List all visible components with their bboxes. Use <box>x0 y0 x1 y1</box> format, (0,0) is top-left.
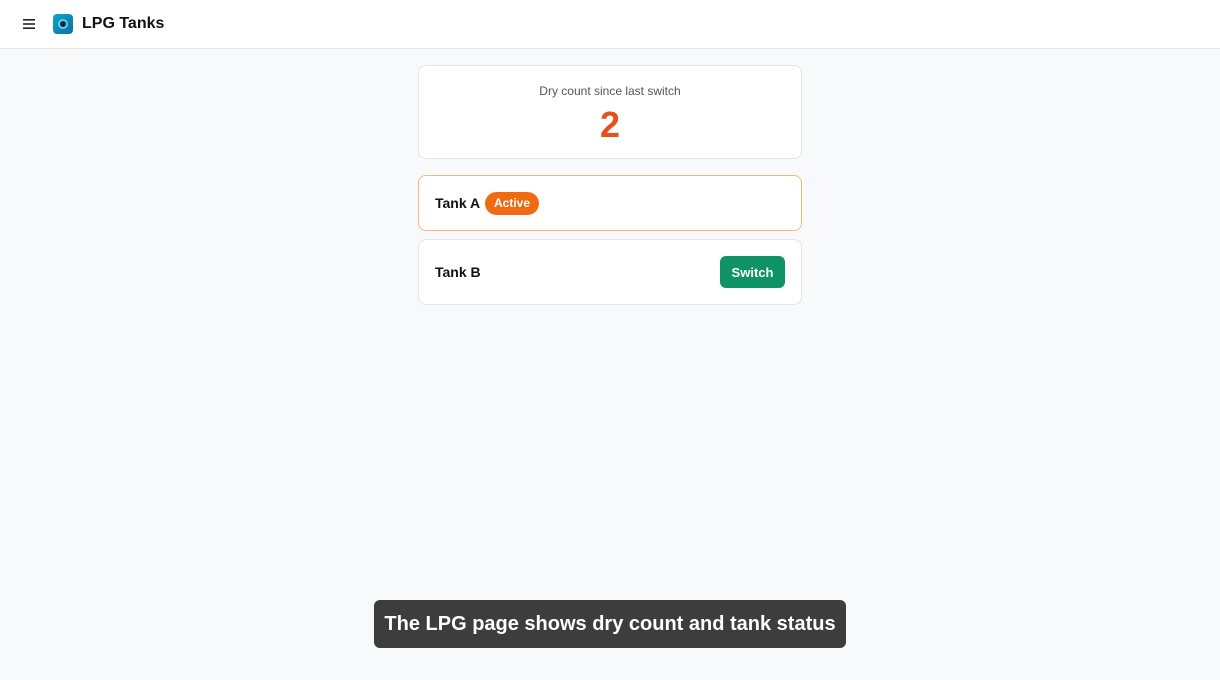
tank-a-name: Tank A <box>435 195 481 211</box>
app-title: LPG Tanks <box>82 15 165 32</box>
caption-overlay: The LPG page shows dry count and tank st… <box>374 600 846 648</box>
dry-count-value: 2 <box>599 104 621 145</box>
tank-b-name: Tank B <box>435 264 481 280</box>
active-status-badge: Active <box>485 192 540 215</box>
tank-a-card: Tank A Active <box>418 175 802 231</box>
dry-count-label: Dry count since last switch <box>539 84 681 98</box>
hamburger-menu-icon[interactable] <box>20 15 38 33</box>
dry-count-card: Dry count since last switch 2 <box>418 65 802 159</box>
app-logo-icon <box>53 14 73 34</box>
switch-button[interactable]: Switch <box>720 256 785 288</box>
top-app-bar: LPG Tanks <box>0 0 1220 49</box>
tank-b-card: Tank B Switch <box>418 239 802 305</box>
